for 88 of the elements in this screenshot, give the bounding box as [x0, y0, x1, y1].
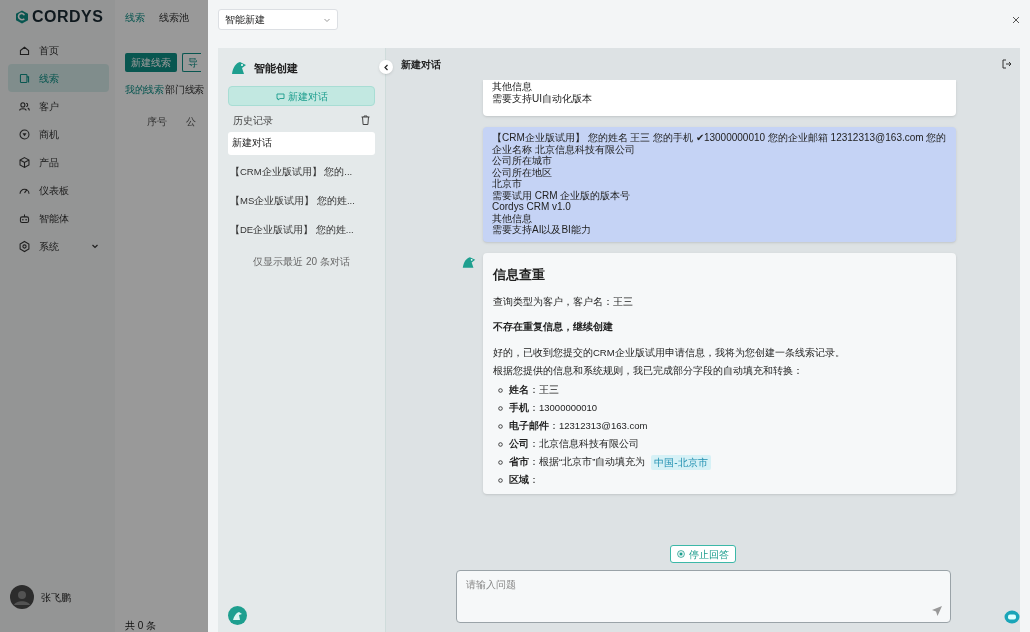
- column-header: 公: [186, 115, 196, 129]
- column-header: 序号: [147, 115, 167, 129]
- top-tab[interactable]: 线索: [125, 9, 145, 25]
- message-line: 需要支持UI自动化版本: [492, 92, 593, 104]
- bullet-icon: [498, 441, 503, 447]
- message-line: 公司所在城市: [492, 155, 552, 167]
- nav-label: 产品: [39, 155, 60, 170]
- list-tab[interactable]: 我的线索: [125, 82, 164, 97]
- history-note: 仅显示最近 20 条对话: [252, 255, 351, 269]
- avatar: [10, 585, 34, 609]
- nav-label: 首页: [39, 43, 60, 58]
- list-item: 公司：北京信息科技有限公司: [509, 437, 639, 452]
- chevron-left-icon: [382, 63, 390, 71]
- list-item: 区域：: [509, 473, 539, 488]
- chat-title: 新建对话: [401, 57, 442, 72]
- settings-icon: [18, 239, 31, 253]
- send-icon[interactable]: [930, 605, 943, 617]
- nav-item[interactable]: 产品: [8, 148, 109, 176]
- nav-label: 仪表板: [39, 183, 70, 198]
- message-paragraph: 不存在重复信息，继续创建: [493, 320, 614, 334]
- list-item: 电子邮件：12312313@163.com: [509, 419, 648, 434]
- document-icon: [18, 71, 31, 85]
- bot-logo-icon: [461, 254, 477, 270]
- nav-label: 智能体: [39, 211, 70, 226]
- nav-item[interactable]: 商机: [8, 120, 109, 148]
- message-line: 需要试用 CRM 企业版的版本号: [492, 189, 632, 201]
- mode-select[interactable]: 智能新建: [218, 9, 338, 30]
- toolbar-button[interactable]: 新建线索: [125, 53, 177, 72]
- bullet-icon: [498, 423, 503, 429]
- bot-avatar-icon[interactable]: [228, 606, 247, 625]
- target-icon: [18, 127, 31, 141]
- list-item: 省市：根据“北京市”自动填充为: [509, 455, 646, 470]
- conversation-item[interactable]: 新建对话: [228, 132, 375, 155]
- nav-item[interactable]: 智能体: [8, 204, 109, 232]
- nav-label: 客户: [39, 99, 60, 114]
- message-line: 北京市: [492, 178, 523, 190]
- message-paragraph: 根据您提供的信息和系统规则，我已完成部分字段的自动填充和转换：: [493, 365, 804, 378]
- close-icon[interactable]: [1012, 15, 1020, 24]
- logo-text: CORDYS: [32, 7, 104, 27]
- toolbar-button[interactable]: 导: [182, 53, 201, 72]
- total-count: 共 0 条: [125, 620, 158, 632]
- message-input[interactable]: 请输入问题: [455, 570, 951, 623]
- chat-icon: [275, 91, 285, 101]
- nav-label: 商机: [39, 127, 60, 142]
- cube-icon: [18, 155, 31, 169]
- message-heading: 信息查重: [493, 265, 546, 284]
- exit-icon[interactable]: [1002, 59, 1012, 69]
- message-line: 其他信息: [492, 81, 533, 93]
- list-tab[interactable]: 部门线索: [165, 82, 204, 97]
- conversation-item[interactable]: 【MS企业版试用】 您的姓...: [228, 190, 375, 213]
- nav-item[interactable]: 系统: [8, 232, 109, 260]
- list-item: 姓名：王三: [509, 383, 559, 398]
- home-icon: [18, 43, 31, 57]
- message-line: 【CRM企业版试用】 您的姓名 王三 您的手机 ✔13000000010 您的企业邮箱 12312313@163.com 您的企业名称 北京信息科技有限公司: [492, 132, 947, 155]
- stop-button[interactable]: 停止回答: [670, 545, 736, 563]
- nav-item[interactable]: 仪表板: [8, 176, 109, 204]
- user-name: 张飞鹏: [41, 590, 71, 605]
- bullet-icon: [498, 387, 503, 393]
- list-item: 手机：13000000010: [509, 401, 598, 416]
- nav-label: 系统: [39, 239, 60, 254]
- collapse-button[interactable]: [379, 60, 393, 74]
- message-line: Cordys CRM v1.0: [492, 201, 572, 213]
- robot-icon: [18, 211, 31, 225]
- region-tag: 中国-北京市: [651, 454, 711, 470]
- chevron-down-icon: [91, 242, 99, 250]
- message-line: 其他信息: [492, 212, 532, 224]
- top-tab[interactable]: 线索池: [159, 9, 189, 25]
- users-icon: [18, 99, 31, 113]
- panel-title: 智能创建: [254, 60, 298, 76]
- help-bot-icon[interactable]: [1004, 610, 1020, 624]
- nav-label: 线索: [39, 71, 60, 86]
- message-line: 需要支持AI以及BI能力: [492, 224, 592, 236]
- message-paragraph: 查询类型为客户，客户名：王三: [493, 296, 634, 308]
- conversation-item[interactable]: 【CRM企业版试用】 您的...: [228, 161, 375, 184]
- nav-item[interactable]: 首页: [8, 36, 109, 64]
- logo-icon: [15, 10, 29, 24]
- bullet-icon: [498, 405, 503, 411]
- stop-icon: [677, 550, 685, 558]
- trash-icon[interactable]: [361, 115, 370, 125]
- nav-item[interactable]: 客户: [8, 92, 109, 120]
- bot-logo-icon: [230, 60, 248, 76]
- conversation-item[interactable]: 【DE企业版试用】 您的姓...: [228, 219, 375, 242]
- message-paragraph: 好的，已收到您提交的CRM企业版试用申请信息，我将为您创建一条线索记录。: [493, 347, 846, 360]
- history-label: 历史记录: [233, 113, 274, 128]
- message-line: 公司所在地区: [492, 166, 553, 178]
- bullet-icon: [498, 477, 503, 483]
- bullet-icon: [498, 459, 503, 465]
- user-chip[interactable]: 张飞鹏: [8, 582, 109, 612]
